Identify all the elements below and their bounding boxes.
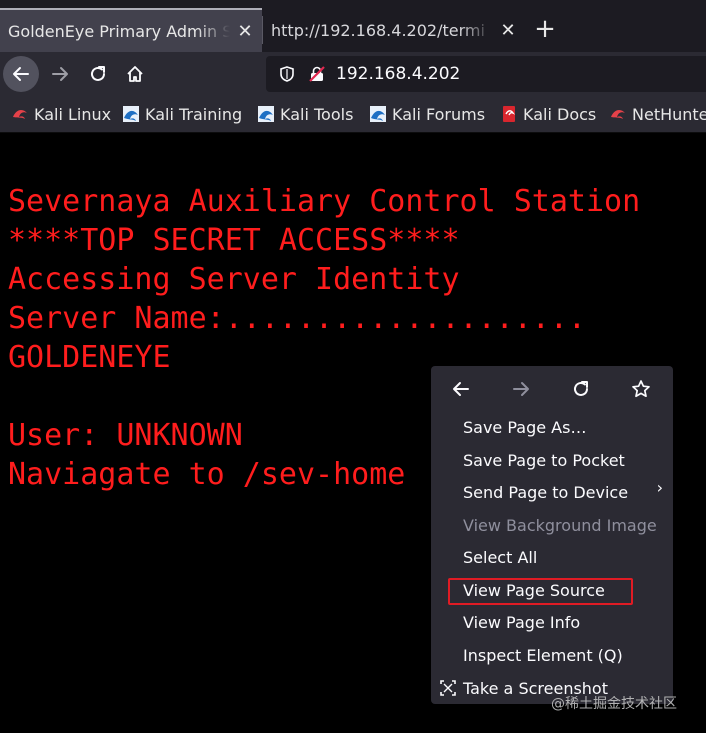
bookmark-kali-training[interactable]: Kali Training bbox=[122, 96, 242, 132]
bookmark-label: Kali Docs bbox=[523, 104, 597, 124]
view-source-highlight-box bbox=[448, 578, 633, 605]
shield-icon[interactable] bbox=[278, 65, 296, 83]
close-tab-icon[interactable]: ✕ bbox=[236, 21, 254, 42]
kali-icon bbox=[258, 106, 274, 122]
bookmark-kali-tools[interactable]: Kali Tools bbox=[257, 96, 353, 132]
home-button[interactable] bbox=[117, 56, 153, 92]
forward-button[interactable] bbox=[42, 56, 78, 92]
menu-item-select-all[interactable]: Select All bbox=[463, 543, 537, 573]
menu-item-view-page-info[interactable]: View Page Info bbox=[463, 608, 580, 638]
terminal-line-server-value: GOLDENEYE bbox=[8, 340, 171, 375]
tab-label: GoldenEye Primary Admin S bbox=[8, 21, 230, 41]
kali-docs-icon bbox=[503, 106, 516, 122]
terminal-line-server-name: Server Name:.................... bbox=[8, 301, 586, 336]
reload-icon bbox=[574, 381, 588, 396]
menu-item-inspect-element[interactable]: Inspect Element (Q) bbox=[463, 641, 623, 671]
terminal-line-secret: ****TOP SECRET ACCESS**** bbox=[8, 223, 460, 258]
bookmarks-toolbar: Kali Linux Kali Training Kali Tools Kali… bbox=[0, 96, 706, 133]
tab-bar: GoldenEye Primary Admin S ✕ http://192.1… bbox=[0, 0, 706, 58]
tab-terminal[interactable]: http://192.168.4.202/termi ✕ bbox=[263, 8, 525, 52]
kali-icon bbox=[123, 106, 139, 122]
bookmark-kali-linux[interactable]: Kali Linux bbox=[11, 96, 111, 132]
tab-goldeneye[interactable]: GoldenEye Primary Admin S ✕ bbox=[0, 8, 262, 52]
reload-icon bbox=[91, 66, 105, 81]
back-icon bbox=[13, 67, 29, 81]
bookmark-kali-docs[interactable]: Kali Docs bbox=[500, 96, 596, 132]
insecure-lock-icon[interactable] bbox=[308, 65, 326, 83]
tab-label: http://192.168.4.202/termi bbox=[271, 20, 485, 40]
home-icon bbox=[127, 66, 143, 82]
bookmark-label: Kali Tools bbox=[280, 104, 354, 124]
bookmark-label: Kali Forums bbox=[392, 104, 486, 124]
forward-icon bbox=[52, 67, 68, 81]
kali-dragon-icon bbox=[611, 109, 625, 119]
bookmark-kali-forums[interactable]: Kali Forums bbox=[369, 96, 485, 132]
terminal-line-navigate: Naviagate to /sev-home bbox=[8, 457, 406, 492]
url-text: 192.168.4.202 bbox=[336, 64, 461, 84]
context-back-button[interactable] bbox=[445, 374, 477, 404]
context-menu: Save Page As… Save Page to Pocket Send P… bbox=[431, 366, 673, 704]
forward-icon bbox=[513, 382, 529, 396]
bookmark-nethunter[interactable]: NetHunte bbox=[609, 96, 706, 132]
menu-item-view-background-image: View Background Image bbox=[463, 516, 657, 535]
nav-toolbar: 192.168.4.202 bbox=[0, 52, 706, 96]
close-tab-icon[interactable]: ✕ bbox=[499, 20, 517, 41]
bookmark-label: Kali Training bbox=[145, 104, 243, 124]
menu-item-save-to-pocket[interactable]: Save Page to Pocket bbox=[463, 446, 625, 476]
bookmark-label: Kali Linux bbox=[34, 104, 112, 124]
kali-icon bbox=[370, 106, 386, 122]
terminal-line-accessing: Accessing Server Identity bbox=[8, 262, 460, 297]
watermark: @稀土掘金技术社区 bbox=[551, 696, 677, 712]
screenshot-icon bbox=[440, 680, 456, 696]
reload-button[interactable] bbox=[80, 56, 116, 92]
menu-item-send-to-device[interactable]: Send Page to Device bbox=[463, 478, 628, 508]
back-button[interactable] bbox=[3, 56, 39, 92]
submenu-chevron-icon: › bbox=[656, 478, 663, 497]
terminal-line-title: Severnaya Auxiliary Control Station bbox=[8, 184, 641, 219]
bookmark-star-icon bbox=[632, 380, 650, 398]
terminal-line-user: User: UNKNOWN bbox=[8, 418, 243, 453]
context-bookmark-button[interactable] bbox=[625, 374, 657, 404]
new-tab-button[interactable]: + bbox=[530, 14, 560, 44]
bookmark-label: NetHunte bbox=[632, 104, 706, 124]
context-forward-button[interactable] bbox=[505, 374, 537, 404]
kali-dragon-icon bbox=[13, 109, 27, 119]
back-icon bbox=[453, 382, 469, 396]
context-reload-button[interactable] bbox=[565, 374, 597, 404]
context-menu-nav bbox=[431, 366, 673, 412]
menu-item-save-page-as[interactable]: Save Page As… bbox=[463, 413, 586, 443]
url-bar[interactable]: 192.168.4.202 bbox=[266, 56, 706, 92]
